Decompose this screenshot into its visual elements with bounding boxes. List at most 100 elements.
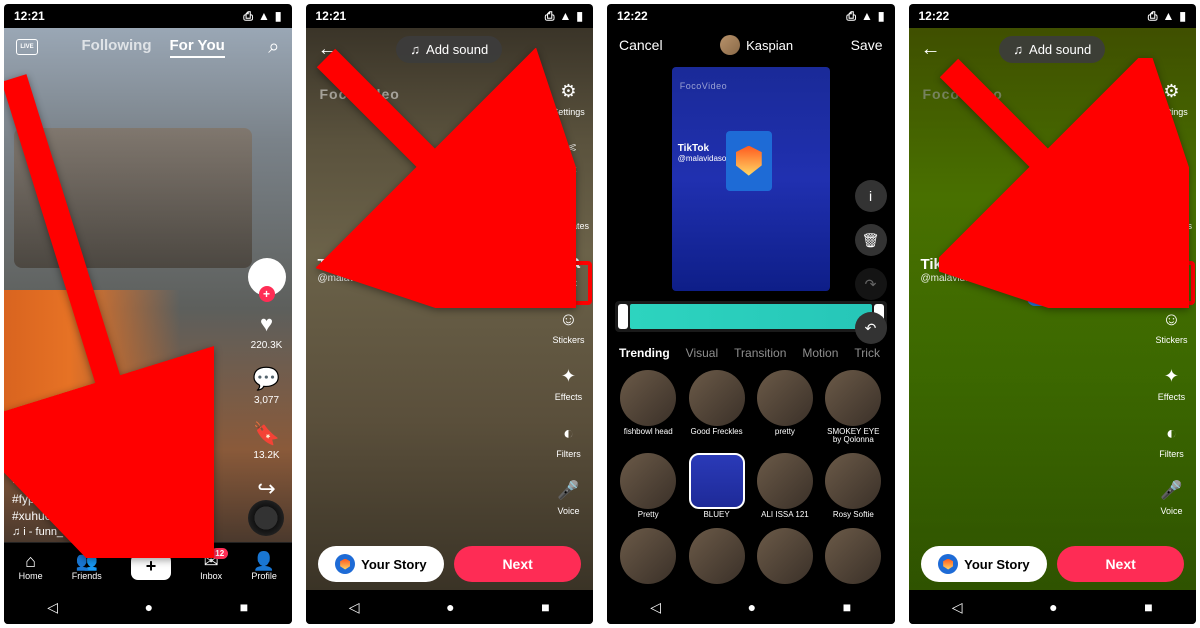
feed-header: LIVE Following For You ⌕ (4, 28, 292, 66)
mic-icon: 🎤 (555, 477, 581, 503)
effect-thumb[interactable] (757, 453, 813, 509)
shield-icon (1044, 220, 1090, 272)
wifi-icon: ▲ (258, 9, 270, 23)
effect-item[interactable] (822, 528, 884, 586)
effect-item[interactable] (754, 528, 816, 586)
effect-item[interactable]: Rosy Softie (822, 453, 884, 520)
author-name[interactable]: funny.tiktok.36 (12, 469, 232, 489)
author-avatar[interactable] (248, 258, 286, 296)
your-story-button[interactable]: Your Story (318, 546, 445, 582)
effect-item[interactable]: pretty (754, 370, 816, 446)
next-button[interactable]: Next (1057, 546, 1184, 582)
story-avatar-icon (335, 554, 355, 574)
delete-button[interactable]: 🗑 (855, 224, 887, 256)
rail-templates[interactable]: ▭Templates (548, 192, 589, 231)
cancel-button[interactable]: Cancel (619, 37, 663, 53)
bookmark-count: 13.2K (253, 450, 279, 461)
effect-thumb[interactable] (689, 370, 745, 426)
nav-profile[interactable]: 👤Profile (251, 552, 277, 581)
redo-button[interactable]: ↷ (855, 268, 887, 300)
timeline-handle-left[interactable] (618, 304, 628, 328)
effect-thumb[interactable] (620, 453, 676, 509)
tab-foryou[interactable]: For You (170, 37, 225, 58)
music-label[interactable]: ♫ i - funn_tiktok_036 (Con (12, 525, 232, 540)
bookmark-icon[interactable]: 🔖 (253, 420, 281, 448)
rail-templates[interactable]: ▭Templates (1151, 192, 1192, 231)
back-button[interactable]: ← (919, 37, 943, 61)
status-bar: 12:21 ⎙ ▲ ▮ (4, 4, 292, 28)
add-sound-button[interactable]: ♫Add sound (396, 36, 502, 63)
video-info: funny.tiktok.36 #fyp #funny #funnyvideos… (12, 469, 232, 540)
timeline[interactable] (615, 301, 887, 331)
filters-icon: ◐ (555, 420, 581, 446)
live-icon[interactable]: LIVE (16, 39, 38, 55)
shield-icon (428, 210, 474, 262)
effect-item[interactable]: fishbowl head (617, 370, 679, 446)
effect-thumb[interactable] (825, 453, 881, 509)
rail-edit[interactable]: ✄Edit (1158, 135, 1184, 174)
effect-thumb[interactable] (825, 370, 881, 426)
music-disc-icon[interactable] (248, 500, 284, 536)
rail-filters[interactable]: ◐Filters (555, 420, 581, 459)
share-icon[interactable]: ↪ (253, 475, 281, 503)
rail-voice[interactable]: 🎤Voice (555, 477, 581, 516)
rail-voice[interactable]: 🎤Voice (1158, 477, 1184, 516)
info-button[interactable]: i (855, 180, 887, 212)
rail-stickers[interactable]: ☺Stickers (552, 306, 584, 345)
back-button[interactable]: ← (316, 37, 340, 61)
next-button[interactable]: Next (454, 546, 581, 582)
effect-thumb[interactable] (825, 528, 881, 584)
save-button[interactable]: Save (851, 37, 883, 53)
your-story-button[interactable]: Your Story (921, 546, 1048, 582)
undo-button[interactable]: ↶ (855, 312, 887, 344)
bottom-nav: ⌂Home 👥Friends + ✉Inbox12 👤Profile (4, 542, 292, 590)
comment-icon[interactable]: 💬 (253, 365, 281, 393)
create-button[interactable]: + (131, 554, 171, 580)
effect-thumb[interactable] (689, 453, 745, 509)
effect-item[interactable]: BLUEY (685, 453, 747, 520)
tab-following[interactable]: Following (82, 37, 152, 58)
music-note-icon: ♫ (1013, 42, 1023, 57)
effect-label: Rosy Softie (833, 511, 874, 520)
effect-item[interactable]: SMOKEY EYE by Qolonna (822, 370, 884, 446)
rail-settings[interactable]: ⚙Settings (1155, 78, 1188, 117)
app-watermark: FocoVideo (923, 86, 1003, 102)
tab-trending[interactable]: Trending (619, 346, 670, 358)
search-icon[interactable]: ⌕ (268, 36, 279, 59)
tab-motion[interactable]: Motion (802, 346, 838, 358)
rail-edit[interactable]: ✄Edit (555, 135, 581, 174)
highlight-effects (1151, 261, 1195, 305)
nav-friends[interactable]: 👥Friends (72, 552, 102, 581)
nav-recents-icon[interactable]: ■ (240, 599, 248, 615)
effect-thumb[interactable] (620, 370, 676, 426)
rail-filters[interactable]: ◐Filters (1158, 420, 1184, 459)
effect-thumb[interactable] (757, 370, 813, 426)
add-sound-button[interactable]: ♫Add sound (999, 36, 1105, 63)
tab-visual[interactable]: Visual (686, 346, 718, 358)
effect-thumb[interactable] (620, 528, 676, 584)
effect-item[interactable]: ALI ISSA 121 (754, 453, 816, 520)
rail-settings[interactable]: ⚙Settings (552, 78, 585, 117)
effect-author[interactable]: Kaspian (720, 35, 793, 55)
timeline-track[interactable] (630, 304, 872, 328)
rail-effects[interactable]: ✦Effects (1158, 363, 1185, 402)
effect-item[interactable]: Good Freckles (685, 370, 747, 446)
video-tags[interactable]: #fyp #funny #funnyvideos #xuhuong #xuhuo… (12, 491, 232, 525)
templates-icon: ▭ (555, 192, 581, 218)
nav-back-icon[interactable]: ◁ (47, 599, 58, 616)
nav-home-icon[interactable]: ● (145, 599, 153, 615)
nav-home[interactable]: ⌂Home (19, 552, 43, 581)
effect-item[interactable] (617, 528, 679, 586)
heart-icon[interactable]: ♥ (252, 310, 280, 338)
action-rail: ♥220.3K 💬3,077 🔖13.2K ↪21.6K (248, 258, 286, 516)
rail-effects[interactable]: ✦Effects (555, 363, 582, 402)
tab-trick[interactable]: Trick (854, 346, 880, 358)
effect-item[interactable]: Pretty (617, 453, 679, 520)
rail-stickers[interactable]: ☺Stickers (1155, 306, 1187, 345)
nav-inbox[interactable]: ✉Inbox12 (200, 552, 222, 581)
effect-thumb[interactable] (757, 528, 813, 584)
status-time: 12:21 (316, 9, 347, 23)
tab-transition[interactable]: Transition (734, 346, 786, 358)
effect-thumb[interactable] (689, 528, 745, 584)
effect-item[interactable] (685, 528, 747, 586)
